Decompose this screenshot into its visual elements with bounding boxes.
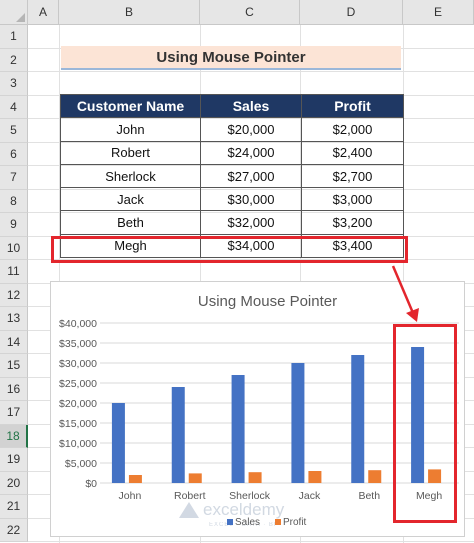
arrow-line [391, 265, 415, 314]
highlight-bar-box [393, 324, 457, 523]
